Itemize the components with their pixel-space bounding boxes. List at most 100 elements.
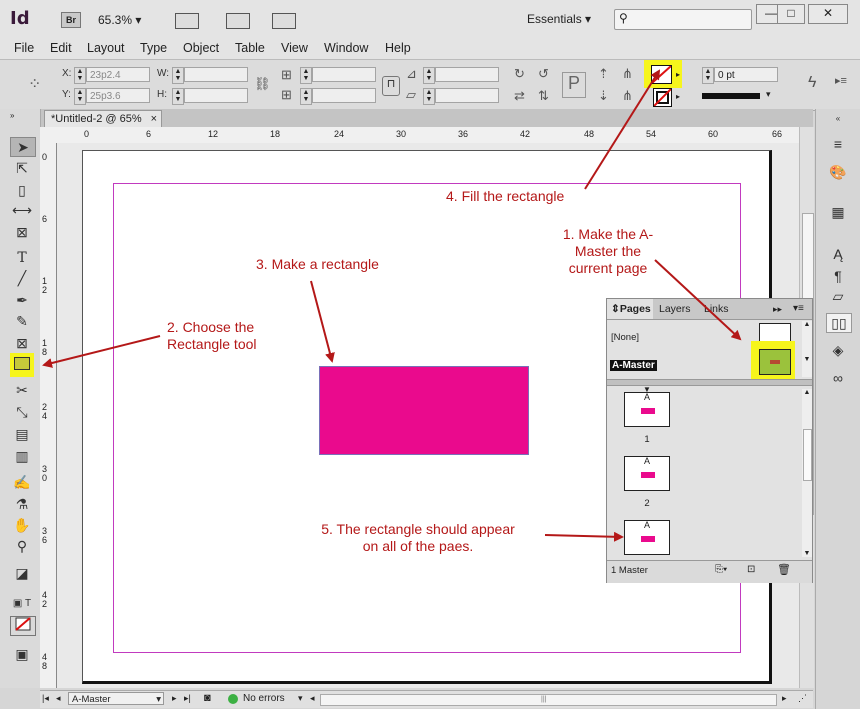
x-field[interactable]: 23p2.4 — [86, 67, 150, 82]
page-size-icon[interactable]: ⎘▾ — [715, 564, 727, 575]
fill-stroke-icon[interactable]: ◪ — [10, 564, 34, 582]
page-thumb[interactable]: A — [624, 456, 670, 491]
open-page-icon[interactable]: ◙ — [204, 692, 211, 704]
quick-apply-icon[interactable]: ϟ — [808, 74, 816, 92]
panel-menu-icon[interactable]: ▾≡ — [793, 299, 804, 319]
pencil-tool-icon[interactable]: ✎ — [10, 312, 34, 330]
select-previous-icon[interactable]: ⋔ — [622, 66, 633, 82]
preflight-errors[interactable]: No errors — [243, 693, 285, 704]
links-panel-icon[interactable]: ∞ — [826, 369, 850, 387]
screen-mode-tool-icon[interactable]: ▣ — [10, 645, 34, 663]
note-tool-icon[interactable]: ✍ — [10, 473, 34, 491]
menu-table[interactable]: Table — [235, 41, 265, 55]
h-stepper[interactable]: ▲ ▼ — [172, 88, 184, 105]
direct-selection-tool-icon[interactable]: ⇱ — [10, 159, 34, 177]
content-collector-icon[interactable]: ⊠ — [10, 223, 34, 241]
gap-tool-icon[interactable]: ⟷ — [10, 201, 34, 219]
pages-scroll-thumb[interactable] — [803, 429, 812, 481]
zoom-level-dropdown[interactable]: 65.3% ▾ — [98, 13, 141, 27]
flip-horizontal-icon[interactable]: ⇄ — [514, 88, 525, 104]
x-stepper[interactable]: ▲ ▼ — [74, 67, 86, 84]
menu-edit[interactable]: Edit — [50, 41, 72, 55]
reference-point-icon[interactable]: ⁘ — [28, 74, 41, 94]
rectangle-tool-icon[interactable] — [10, 356, 34, 374]
constrain-proportions-icon[interactable]: ⛓ — [254, 76, 271, 92]
pen-tool-icon[interactable]: ✒ — [10, 291, 34, 309]
select-next-icon[interactable]: ⋔ — [622, 88, 633, 104]
a-master[interactable]: A-Master — [610, 360, 657, 371]
rotate-stepper[interactable]: ▲ ▼ — [423, 67, 435, 84]
page-tool-icon[interactable]: ▯ — [10, 181, 34, 199]
menu-file[interactable]: File — [14, 41, 34, 55]
panel-menu-icon[interactable]: ▸≡ — [835, 74, 847, 87]
view-options-icon[interactable] — [175, 13, 199, 29]
stroke-weight-stepper[interactable]: ▲ ▼ — [702, 67, 714, 84]
type-tool-icon[interactable]: T — [10, 249, 34, 267]
tab-pages[interactable]: ⇕Pages — [607, 299, 653, 319]
previous-page-icon[interactable]: ◂ — [56, 693, 61, 704]
shear-field[interactable] — [435, 88, 499, 103]
layers-panel-icon[interactable]: ◈ — [826, 341, 850, 359]
pages-panel-icon[interactable]: ▯▯ — [826, 313, 852, 333]
a-master-thumb[interactable] — [759, 349, 791, 375]
properties-panel-icon[interactable]: ≡ — [826, 135, 850, 153]
scale-x-stepper[interactable]: ▲ ▼ — [300, 67, 312, 84]
select-container-icon[interactable]: ⇡ — [598, 66, 609, 82]
menu-window[interactable]: Window — [324, 41, 368, 55]
scale-x-field[interactable] — [312, 67, 376, 82]
first-page-icon[interactable]: |◂ — [42, 693, 49, 704]
character-styles-icon[interactable]: Ą — [826, 245, 850, 263]
line-tool-icon[interactable]: ╱ — [10, 269, 34, 287]
panel-collapse-icon[interactable]: ▸▸ — [773, 299, 782, 319]
close-button[interactable]: ✕ — [808, 4, 848, 24]
next-page-icon[interactable]: ▸ — [172, 693, 177, 704]
menu-help[interactable]: Help — [385, 41, 411, 55]
formatting-affects-icon[interactable]: ▣ T — [10, 595, 34, 613]
stroke-swatch-icon[interactable] — [653, 88, 672, 107]
page-thumb[interactable]: A — [624, 392, 670, 427]
swatches-panel-icon[interactable]: ▦ — [826, 203, 850, 221]
delete-page-icon[interactable]: 🗑 — [777, 563, 791, 576]
hand-tool-icon[interactable]: ✋ — [10, 516, 34, 534]
gradient-swatch-tool-icon[interactable]: ▤ — [10, 425, 34, 443]
panel-collapse-icon[interactable]: » — [10, 111, 14, 120]
menu-type[interactable]: Type — [140, 41, 167, 55]
menu-layout[interactable]: Layout — [87, 41, 125, 55]
rotate-field[interactable] — [435, 67, 499, 82]
panel-divider[interactable] — [607, 379, 812, 386]
select-content-icon[interactable]: ⇣ — [598, 88, 609, 104]
link-scale-icon[interactable]: ⊓ — [382, 76, 400, 96]
w-field[interactable] — [184, 67, 248, 82]
masters-scrollbar[interactable]: ▲ ▼ — [802, 321, 812, 377]
eyedropper-tool-icon[interactable]: ⚗ — [10, 495, 34, 513]
rotate-ccw-icon[interactable]: ↺ — [538, 66, 549, 82]
color-panel-icon[interactable]: 🎨 — [826, 163, 850, 181]
stroke-type-dropdown[interactable]: ▾ — [702, 89, 778, 101]
y-field[interactable]: 25p3.6 — [86, 88, 150, 103]
apply-none-icon[interactable] — [10, 616, 36, 636]
w-stepper[interactable]: ▲ ▼ — [172, 67, 184, 84]
h-field[interactable] — [184, 88, 248, 103]
arrange-documents-icon[interactable] — [272, 13, 296, 29]
document-tab[interactable]: *Untitled-2 @ 65% × — [44, 110, 162, 127]
screen-mode-icon[interactable] — [226, 13, 250, 29]
new-page-icon[interactable]: ⊡ — [747, 564, 755, 575]
menu-view[interactable]: View — [281, 41, 308, 55]
free-transform-tool-icon[interactable]: ⤡ — [10, 403, 34, 421]
rectangle-frame-tool-icon[interactable]: ⊠ — [10, 334, 34, 352]
paragraph-styles-icon[interactable]: ¶ — [826, 267, 850, 285]
scroll-right-icon[interactable]: ▸ — [782, 693, 787, 704]
shear-stepper[interactable]: ▲ ▼ — [423, 88, 435, 105]
tab-links[interactable]: Links — [704, 299, 729, 319]
horizontal-scrollbar[interactable]: ||| — [320, 694, 777, 706]
scroll-left-icon[interactable]: ◂ — [310, 693, 315, 704]
scale-y-field[interactable] — [312, 88, 376, 103]
bridge-button[interactable]: Br — [61, 12, 81, 28]
gradient-feather-tool-icon[interactable]: ▥ — [10, 447, 34, 465]
selection-tool-icon[interactable]: ➤ — [10, 137, 36, 157]
last-page-icon[interactable]: ▸| — [184, 693, 191, 704]
scissors-tool-icon[interactable]: ✂ — [10, 381, 34, 399]
dock-expand-icon[interactable]: « — [826, 110, 850, 128]
pink-rectangle[interactable] — [319, 366, 529, 455]
zoom-tool-icon[interactable]: ⚲ — [10, 537, 34, 555]
